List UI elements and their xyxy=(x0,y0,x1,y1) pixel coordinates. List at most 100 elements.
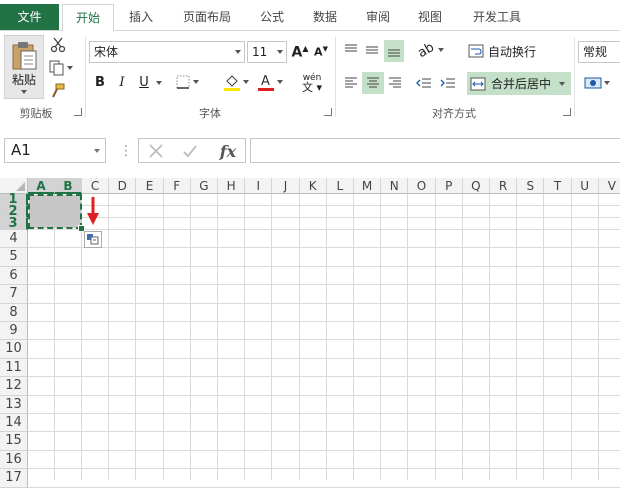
tab-home[interactable]: 开始 xyxy=(62,4,114,32)
merge-center-icon xyxy=(470,77,486,90)
phonetic-char-icon: 文 ▾ xyxy=(301,81,323,94)
row-header-15[interactable]: 15 xyxy=(0,432,28,451)
grid-line xyxy=(28,468,620,470)
row-header-8[interactable]: 8 xyxy=(0,303,28,322)
column-header-g[interactable]: G xyxy=(190,178,218,194)
align-right-icon xyxy=(389,77,401,88)
row-header-11[interactable]: 11 xyxy=(0,358,28,378)
enter-button[interactable] xyxy=(179,141,201,161)
column-header-c[interactable]: C xyxy=(82,178,110,194)
align-center-button[interactable] xyxy=(362,72,384,94)
tab-data[interactable]: 数据 xyxy=(303,4,347,30)
column-header-s[interactable]: S xyxy=(517,178,545,194)
borders-button[interactable] xyxy=(172,72,202,92)
italic-button[interactable]: I xyxy=(114,72,130,92)
align-top-button[interactable] xyxy=(341,40,361,60)
tab-view[interactable]: 视图 xyxy=(408,4,452,30)
cancel-button[interactable] xyxy=(145,141,167,161)
grow-font-button[interactable]: A▲ xyxy=(291,41,309,63)
row-header-14[interactable]: 14 xyxy=(0,414,28,433)
column-header-a[interactable]: A xyxy=(28,178,55,194)
increase-indent-button[interactable] xyxy=(438,73,458,93)
column-header-k[interactable]: K xyxy=(299,178,327,194)
orientation-button[interactable]: ab xyxy=(414,39,448,61)
clipboard-launcher-icon[interactable] xyxy=(74,108,82,116)
column-header-j[interactable]: J xyxy=(272,178,300,194)
grid-line xyxy=(28,265,620,267)
wrap-text-button[interactable]: 自动换行 xyxy=(468,40,542,62)
row-header-9[interactable]: 9 xyxy=(0,322,28,341)
column-header-n[interactable]: N xyxy=(381,178,409,194)
column-header-f[interactable]: F xyxy=(163,178,191,194)
align-middle-button[interactable] xyxy=(362,40,382,60)
column-header-d[interactable]: D xyxy=(109,178,137,194)
column-header-v[interactable]: V xyxy=(598,178,620,194)
row-header-13[interactable]: 13 xyxy=(0,395,28,414)
tab-file[interactable]: 文件 xyxy=(0,4,59,31)
row-header-5[interactable]: 5 xyxy=(0,248,28,267)
name-box[interactable]: A1 xyxy=(4,138,106,163)
grid-line xyxy=(54,194,55,480)
cut-button[interactable] xyxy=(48,35,68,55)
phonetic-button[interactable]: wén 文 ▾ xyxy=(296,71,328,95)
column-header-h[interactable]: H xyxy=(218,178,246,194)
column-header-b[interactable]: B xyxy=(55,178,82,194)
bold-button[interactable]: B xyxy=(92,72,108,92)
column-header-u[interactable]: U xyxy=(571,178,599,194)
row-header-12[interactable]: 12 xyxy=(0,377,28,396)
align-bottom-button[interactable] xyxy=(384,40,404,62)
paste-button[interactable]: 粘贴 xyxy=(4,35,44,99)
paste-options-button[interactable] xyxy=(84,231,102,248)
number-format-combo[interactable]: 常规 xyxy=(578,41,620,63)
row-header-17[interactable]: 17 xyxy=(0,469,28,488)
tab-review[interactable]: 审阅 xyxy=(356,4,400,30)
column-header-r[interactable]: R xyxy=(490,178,518,194)
font-name-combo[interactable]: 宋体 xyxy=(89,41,245,63)
row-header-10[interactable]: 10 xyxy=(0,340,28,359)
tab-page-layout[interactable]: 页面布局 xyxy=(172,4,242,30)
tab-developer[interactable]: 开发工具 xyxy=(462,4,532,30)
column-header-t[interactable]: T xyxy=(544,178,572,194)
column-header-p[interactable]: P xyxy=(435,178,463,194)
decrease-indent-button[interactable] xyxy=(414,73,434,93)
insert-function-button[interactable]: fx xyxy=(215,140,241,162)
underline-button[interactable]: U xyxy=(136,72,152,92)
alignment-launcher-icon[interactable] xyxy=(563,108,571,116)
grid-line xyxy=(28,205,620,206)
more-dots-icon[interactable]: ⋮ xyxy=(119,143,133,159)
row-header-7[interactable]: 7 xyxy=(0,285,28,304)
column-header-m[interactable]: M xyxy=(354,178,382,194)
column-header-o[interactable]: O xyxy=(408,178,436,194)
accounting-format-button[interactable] xyxy=(580,72,614,94)
tab-formulas[interactable]: 公式 xyxy=(250,4,294,30)
copy-button[interactable] xyxy=(48,58,74,78)
grid-line xyxy=(28,394,620,396)
column-header-q[interactable]: Q xyxy=(462,178,490,194)
tab-insert[interactable]: 插入 xyxy=(116,4,166,30)
worksheet-grid[interactable]: ABCDEFGHIJKLMNOPQRSTUV 1 2 3 4 5 6 7 8 9 10 11 12 13… xyxy=(0,178,620,488)
fill-color-button[interactable] xyxy=(220,71,252,93)
row-header-3[interactable]: 3 xyxy=(0,217,28,230)
align-left-button[interactable] xyxy=(341,73,361,93)
align-right-button[interactable] xyxy=(385,73,405,93)
formula-input[interactable] xyxy=(250,138,620,163)
align-middle-icon xyxy=(366,46,378,54)
column-header-l[interactable]: L xyxy=(326,178,354,194)
row-header-6[interactable]: 6 xyxy=(0,266,28,286)
font-color-button[interactable]: A xyxy=(254,71,286,93)
grid-line xyxy=(407,194,409,480)
font-group-label: 字体 xyxy=(199,107,221,120)
row-header-4[interactable]: 4 xyxy=(0,230,28,249)
merge-center-button[interactable]: 合并后居中 xyxy=(467,72,571,95)
format-painter-button[interactable] xyxy=(48,81,68,101)
row-header-16[interactable]: 16 xyxy=(0,450,28,470)
merge-center-label: 合并后居中 xyxy=(491,77,552,91)
name-box-value: A1 xyxy=(11,141,31,159)
column-header-e[interactable]: E xyxy=(136,178,164,194)
font-size-combo[interactable]: 11 xyxy=(247,41,287,63)
font-launcher-icon[interactable] xyxy=(324,108,332,116)
grid-line xyxy=(28,284,620,286)
underline-dropdown-icon[interactable] xyxy=(156,81,162,85)
shrink-font-button[interactable]: A▼ xyxy=(312,41,330,63)
column-header-i[interactable]: I xyxy=(245,178,273,194)
